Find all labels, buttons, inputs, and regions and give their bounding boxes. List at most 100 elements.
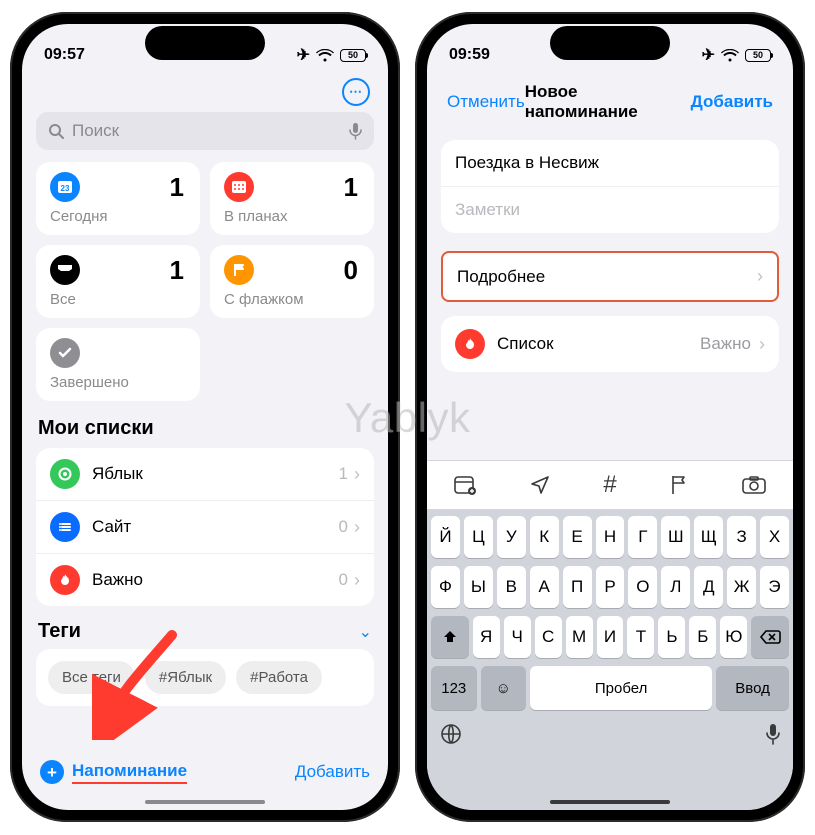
- dictation-icon[interactable]: [765, 723, 781, 745]
- key[interactable]: Э: [760, 566, 789, 608]
- list-item[interactable]: Важно 0›: [36, 554, 374, 606]
- details-label: Подробнее: [457, 267, 545, 287]
- key[interactable]: П: [563, 566, 592, 608]
- dynamic-island: [550, 26, 670, 60]
- key[interactable]: Т: [627, 616, 654, 658]
- list-row[interactable]: Список Важно›: [441, 316, 779, 372]
- backspace-key[interactable]: [751, 616, 789, 658]
- key[interactable]: Р: [596, 566, 625, 608]
- key[interactable]: Б: [689, 616, 716, 658]
- key[interactable]: Ю: [720, 616, 747, 658]
- card-today[interactable]: 23 1 Сегодня: [36, 162, 200, 235]
- phone-left: 09:57 ✈︎ 50 ⋯: [10, 12, 400, 822]
- status-time: 09:57: [44, 46, 85, 64]
- phone-right: 09:59 ✈︎ 50 Отменить Новое напоминание Д…: [415, 12, 805, 822]
- card-flagged[interactable]: 0 С флажком: [210, 245, 374, 318]
- key[interactable]: М: [566, 616, 593, 658]
- cancel-button[interactable]: Отменить: [447, 92, 525, 112]
- chevron-down-icon[interactable]: ⌄: [359, 622, 372, 642]
- space-key[interactable]: Пробел: [530, 666, 712, 710]
- keyboard-row: ЙЦУКЕНГШЩЗХ: [431, 516, 789, 558]
- card-label: С флажком: [224, 291, 360, 308]
- key[interactable]: Ж: [727, 566, 756, 608]
- chevron-right-icon: ›: [354, 570, 360, 591]
- tag-chip[interactable]: #Яблык: [145, 661, 226, 694]
- emoji-key[interactable]: ☺: [481, 666, 527, 710]
- card-completed[interactable]: Завершено: [36, 328, 200, 401]
- reminder-title-input[interactable]: Поездка в Несвиж: [441, 140, 779, 187]
- key[interactable]: В: [497, 566, 526, 608]
- details-row[interactable]: Подробнее ›: [441, 251, 779, 302]
- airplane-icon: ✈︎: [702, 45, 715, 65]
- flag-outline-icon[interactable]: [669, 474, 689, 496]
- my-lists-title: Мои списки: [38, 417, 372, 440]
- tag-chip[interactable]: #Работа: [236, 661, 322, 694]
- card-label: Все: [50, 291, 186, 308]
- key[interactable]: У: [497, 516, 526, 558]
- key[interactable]: Ь: [658, 616, 685, 658]
- key[interactable]: Щ: [694, 516, 723, 558]
- key[interactable]: И: [597, 616, 624, 658]
- key[interactable]: Г: [628, 516, 657, 558]
- card-count: 1: [170, 255, 184, 286]
- search-placeholder: Поиск: [72, 121, 119, 141]
- flame-icon: [50, 565, 80, 595]
- more-button[interactable]: ⋯: [342, 78, 370, 106]
- tag-chip[interactable]: Все теги: [48, 661, 135, 694]
- key[interactable]: Е: [563, 516, 592, 558]
- chevron-right-icon: ›: [354, 517, 360, 538]
- card-scheduled[interactable]: 1 В планах: [210, 162, 374, 235]
- enter-key[interactable]: Ввод: [716, 666, 789, 710]
- key[interactable]: Ц: [464, 516, 493, 558]
- key[interactable]: А: [530, 566, 559, 608]
- card-label: Завершено: [50, 374, 186, 391]
- hash-icon[interactable]: #: [603, 471, 616, 499]
- calendar-add-icon[interactable]: [453, 474, 477, 496]
- flag-icon: [224, 255, 254, 285]
- list-icon: [50, 459, 80, 489]
- key[interactable]: Ф: [431, 566, 460, 608]
- chevron-right-icon: ›: [759, 334, 765, 355]
- numbers-key[interactable]: 123: [431, 666, 477, 710]
- key[interactable]: Д: [694, 566, 723, 608]
- card-count: 1: [344, 172, 358, 203]
- status-time: 09:59: [449, 46, 490, 64]
- mic-icon[interactable]: [349, 122, 362, 140]
- shift-key[interactable]: [431, 616, 469, 658]
- key[interactable]: Я: [473, 616, 500, 658]
- new-reminder-button[interactable]: + Напоминание: [40, 760, 187, 784]
- list-item[interactable]: Сайт 0›: [36, 501, 374, 554]
- reminder-notes-input[interactable]: Заметки: [441, 187, 779, 233]
- title-notes-card: Поездка в Несвиж Заметки: [441, 140, 779, 233]
- card-count: 0: [344, 255, 358, 286]
- list-value: Важно: [700, 334, 751, 354]
- key[interactable]: К: [530, 516, 559, 558]
- list-name: Яблык: [92, 464, 143, 484]
- camera-icon[interactable]: [741, 475, 767, 495]
- location-icon[interactable]: [529, 474, 551, 496]
- list-item[interactable]: Яблык 1›: [36, 448, 374, 501]
- new-reminder-label: Напоминание: [72, 761, 187, 784]
- key[interactable]: С: [535, 616, 562, 658]
- keyboard: ЙЦУКЕНГШЩЗХ ФЫВАПРОЛДЖЭ ЯЧСМИТЬБЮ 123 ☺ …: [427, 510, 793, 810]
- wifi-icon: [721, 49, 739, 62]
- card-all[interactable]: 1 Все: [36, 245, 200, 318]
- battery-icon: 50: [340, 49, 366, 62]
- key[interactable]: Й: [431, 516, 460, 558]
- globe-icon[interactable]: [439, 722, 463, 746]
- key[interactable]: Н: [596, 516, 625, 558]
- key[interactable]: Ы: [464, 566, 493, 608]
- key[interactable]: Х: [760, 516, 789, 558]
- key[interactable]: О: [628, 566, 657, 608]
- add-list-button[interactable]: Добавить: [295, 762, 370, 782]
- nav-title: Новое напоминание: [525, 82, 691, 122]
- key[interactable]: Ш: [661, 516, 690, 558]
- key[interactable]: З: [727, 516, 756, 558]
- svg-text:23: 23: [61, 184, 70, 193]
- search-input[interactable]: Поиск: [36, 112, 374, 150]
- key[interactable]: Л: [661, 566, 690, 608]
- key[interactable]: Ч: [504, 616, 531, 658]
- done-button[interactable]: Добавить: [691, 92, 773, 112]
- list-count: 1: [339, 464, 348, 484]
- list-count: 0: [339, 570, 348, 590]
